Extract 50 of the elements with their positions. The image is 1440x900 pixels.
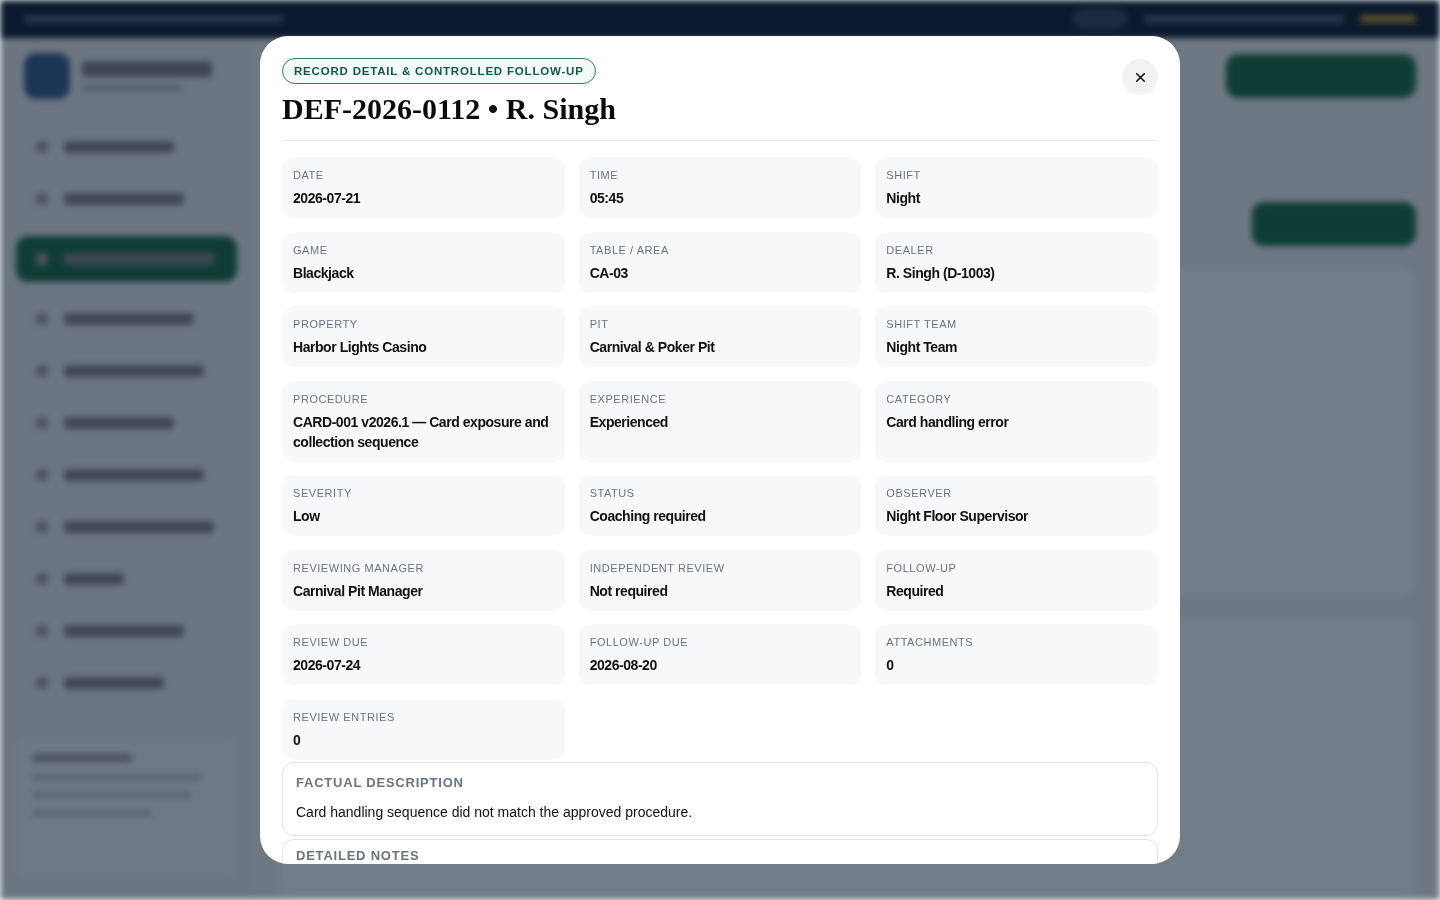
field-label: SHIFT TEAM <box>885 317 958 332</box>
field-value: CA-03 <box>588 263 629 283</box>
field-label: SEVERITY <box>292 486 353 501</box>
record-title: DEF-2026-0112 • R. Singh <box>282 91 616 127</box>
field-label: REVIEW DUE <box>292 635 370 650</box>
field-label: PIT <box>588 317 610 332</box>
field-value: Carnival & Poker Pit <box>588 338 716 357</box>
field-value: 2026-08-20 <box>588 656 658 675</box>
field-label: STATUS <box>588 486 636 501</box>
field-label: FOLLOW-UP DUE <box>588 635 690 650</box>
field-label: CATEGORY <box>885 391 953 407</box>
field-value: Night <box>885 189 922 208</box>
section-badge: RECORD DETAIL & CONTROLLED FOLLOW-UP <box>282 58 596 84</box>
field-value: Carnival Pit Manager <box>292 581 424 601</box>
field-label: TIME <box>588 168 620 183</box>
description-text: Card handling sequence did not match the approved procedure. <box>296 802 694 822</box>
field-value: 2026-07-24 <box>292 656 362 675</box>
field-label: REVIEWING MANAGER <box>292 560 425 576</box>
field-value: 0 <box>885 656 895 675</box>
field-value: Experienced <box>588 412 669 432</box>
field-label: PROCEDURE <box>292 391 370 407</box>
field-value: Coaching required <box>588 507 707 526</box>
field-value: Night Team <box>885 338 959 357</box>
field-label: SHIFT <box>885 168 922 183</box>
field-label: DEALER <box>885 242 935 258</box>
field-label: EXPERIENCE <box>588 391 668 407</box>
field-value: 2026-07-21 <box>292 189 362 208</box>
field-label: INDEPENDENT REVIEW <box>588 560 726 576</box>
field-value: CARD-001 v2026.1 — Card exposure and collection sequence <box>292 412 550 452</box>
field-value: Not required <box>588 581 669 601</box>
field-label: ATTACHMENTS <box>885 635 975 650</box>
field-label: DATE <box>292 168 325 183</box>
field-value: R. Singh (D-1003) <box>885 263 996 283</box>
field-value: Night Floor Supervisor <box>885 507 1030 526</box>
field-value: Low <box>292 507 321 526</box>
close-button[interactable] <box>1122 59 1158 95</box>
field-value: Harbor Lights Casino <box>292 338 428 357</box>
field-label: TABLE / AREA <box>588 242 670 258</box>
section-heading: DETAILED NOTES <box>296 848 421 862</box>
field-label: REVIEW ENTRIES <box>292 709 396 725</box>
section-heading: FACTUAL DESCRIPTION <box>296 774 465 791</box>
field-label: OBSERVER <box>885 486 953 501</box>
field-value: 0 <box>292 730 302 750</box>
field-label: FOLLOW-UP <box>885 560 958 576</box>
field-value: Blackjack <box>292 263 355 283</box>
field-value: Card handling error <box>885 412 1010 432</box>
field-label: PROPERTY <box>292 317 359 332</box>
field-value: 05:45 <box>588 189 625 208</box>
field-label: GAME <box>292 242 329 258</box>
field-value: Required <box>885 581 945 601</box>
